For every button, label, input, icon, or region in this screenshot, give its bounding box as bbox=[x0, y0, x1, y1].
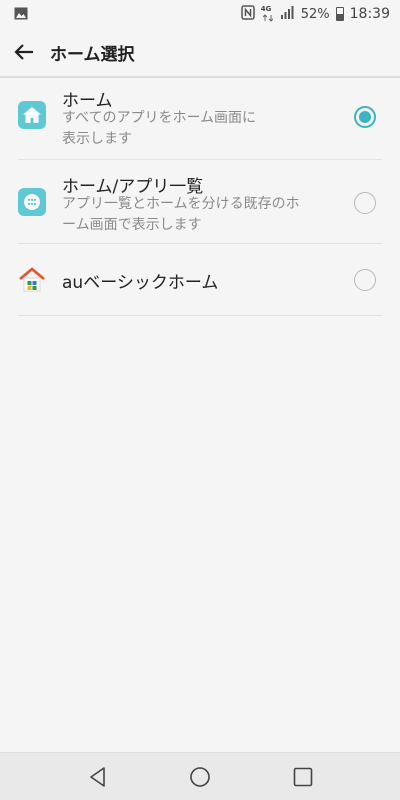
battery-percent: 52% bbox=[300, 6, 330, 22]
back-button[interactable] bbox=[10, 38, 38, 66]
clock: 18:39 bbox=[349, 6, 390, 22]
house-icon bbox=[18, 101, 46, 133]
option-description-line: ーム画面で表示します bbox=[62, 217, 202, 233]
option-description: アプリ一覧とホームを分ける既存のホ ーム画面で表示します bbox=[62, 194, 332, 236]
home-option-list: ホーム すべてのアプリをホーム画面に 表示します ホーム/アプリ一覧 アプリ一覧… bbox=[0, 78, 400, 316]
nav-recents-button[interactable] bbox=[291, 765, 315, 789]
option-description-line: アプリ一覧とホームを分ける既存のホ bbox=[62, 196, 300, 212]
option-description-line: すべてのアプリをホーム画面に bbox=[62, 110, 257, 126]
au-basic-home-icon bbox=[18, 266, 46, 298]
circle-home-icon bbox=[190, 767, 210, 787]
nav-back-button[interactable] bbox=[86, 765, 110, 789]
arrow-left-icon bbox=[14, 44, 33, 60]
status-bar: 4G 52% 18:39 bbox=[0, 0, 400, 28]
page-title: ホーム選択 bbox=[50, 45, 135, 65]
system-navigation-bar bbox=[0, 752, 400, 800]
row-divider bbox=[18, 315, 382, 316]
status-indicators: 4G 52% 18:39 bbox=[240, 4, 390, 24]
network-type-icon: 4G bbox=[261, 5, 275, 23]
app-bar: ホーム選択 bbox=[0, 28, 400, 76]
network-type-label: 4G bbox=[260, 5, 272, 13]
battery-icon bbox=[335, 7, 344, 21]
radio-au-basic-home[interactable] bbox=[354, 269, 376, 291]
signal-strength-icon bbox=[280, 5, 295, 23]
option-home-app-list[interactable]: ホーム/アプリ一覧 アプリ一覧とホームを分ける既存のホ ーム画面で表示します bbox=[0, 160, 400, 244]
app-drawer-icon bbox=[18, 188, 46, 220]
radio-home-app-list[interactable] bbox=[354, 192, 376, 214]
option-home[interactable]: ホーム すべてのアプリをホーム画面に 表示します bbox=[0, 78, 400, 160]
radio-home[interactable] bbox=[354, 106, 376, 128]
nfc-icon bbox=[240, 4, 255, 24]
option-description-line: 表示します bbox=[62, 131, 132, 147]
gallery-notification-icon bbox=[14, 7, 30, 21]
option-title: auベーシックホーム bbox=[62, 273, 219, 293]
nav-home-button[interactable] bbox=[188, 765, 212, 789]
triangle-back-icon bbox=[90, 767, 105, 787]
square-recents-icon bbox=[293, 767, 313, 787]
option-au-basic-home[interactable]: auベーシックホーム bbox=[0, 244, 400, 316]
option-description: すべてのアプリをホーム画面に 表示します bbox=[62, 108, 332, 150]
